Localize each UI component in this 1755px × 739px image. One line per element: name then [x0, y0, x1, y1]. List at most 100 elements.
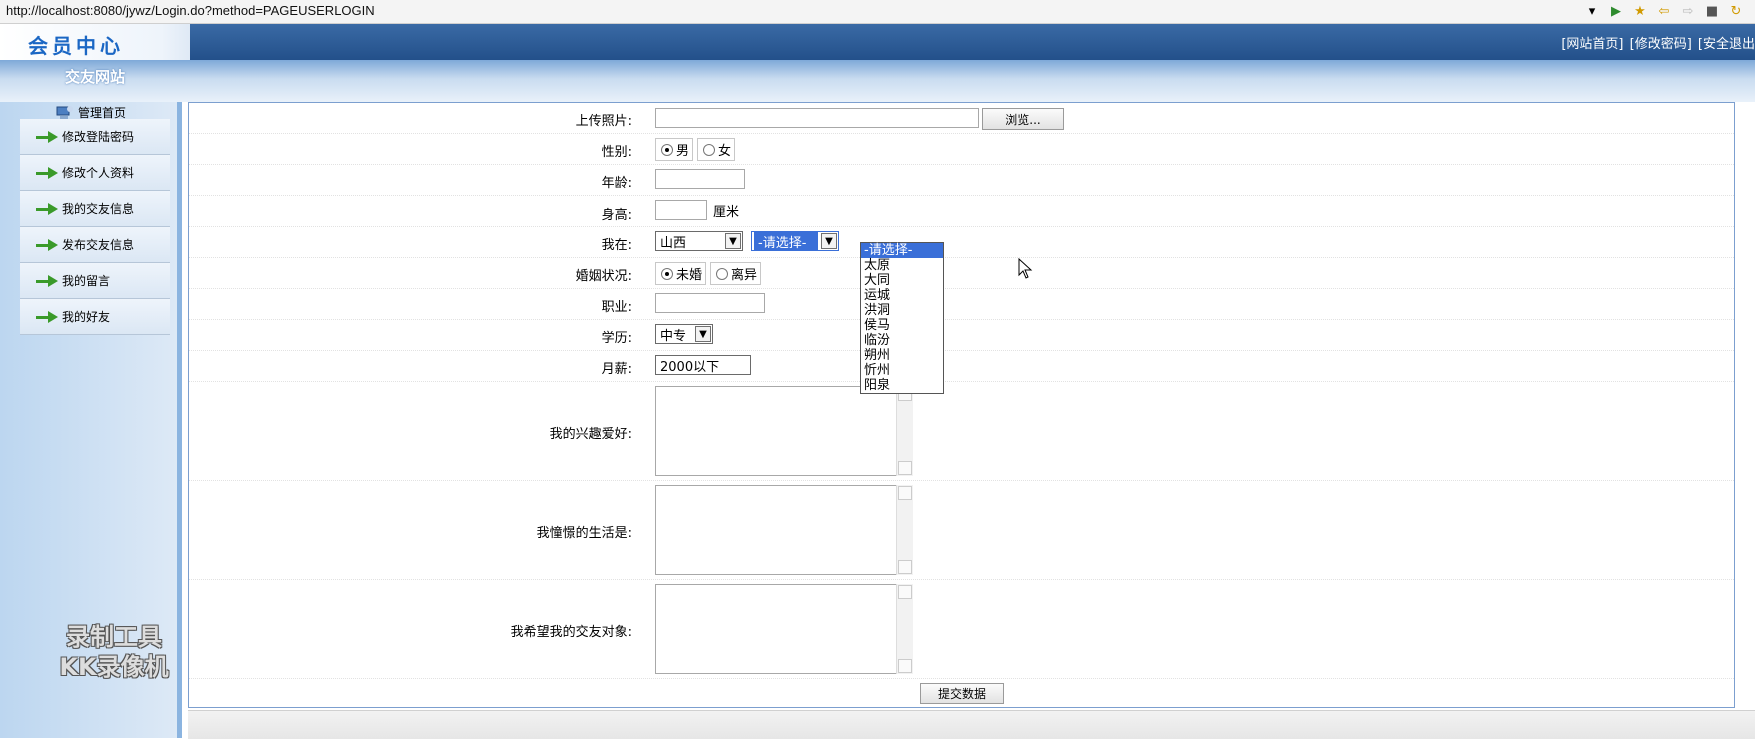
city-option[interactable]: 侯马 — [861, 318, 943, 333]
city-option[interactable]: 临汾 — [861, 333, 943, 348]
green-arrow-icon — [36, 202, 58, 215]
browser-toolbar: ▾ ▶ ★ ⇦ ⇨ ■ ↻ — [1583, 2, 1745, 20]
home-link[interactable]: [网站首页] — [1561, 37, 1623, 52]
form-row-hobby: 我的兴趣爱好: — [189, 381, 1734, 481]
city-option[interactable]: 太原 — [861, 258, 943, 273]
watermark-line: 录制工具 — [66, 623, 162, 651]
radio-dot — [661, 143, 673, 156]
sidebar-item-label: 我的好友 — [62, 310, 111, 324]
chevron-down-icon[interactable]: ▼ — [695, 326, 711, 342]
marriage-divorced-radio[interactable]: 离异 — [710, 262, 762, 285]
sidebar-item-my-messages[interactable]: 我的留言 — [20, 263, 170, 299]
scroll-up-icon[interactable] — [898, 585, 912, 599]
submit-wrap: 提交数据 — [920, 683, 1004, 704]
site-name: 交友网站 — [64, 68, 125, 86]
radio-dot — [703, 143, 716, 156]
form-row-salary: 月薪: 2000以下 — [189, 350, 1734, 382]
back-icon[interactable]: ⇦ — [1655, 2, 1673, 20]
green-arrow-icon — [36, 166, 58, 179]
green-arrow-icon — [36, 310, 58, 323]
sidebar-item-label: 我的交友信息 — [62, 202, 135, 216]
url-text[interactable]: http://localhost:8080/jywz/Login.do?meth… — [6, 3, 375, 18]
sidebar-item-my-dating-info[interactable]: 我的交友信息 — [20, 191, 170, 227]
scroll-down-icon[interactable] — [898, 560, 912, 574]
form-row-target: 我希望我的交友对象: — [189, 579, 1734, 679]
city-option[interactable]: 忻州 — [861, 363, 943, 378]
browse-button[interactable]: 浏览... — [982, 108, 1064, 130]
chevron-down-icon[interactable]: ▼ — [725, 233, 741, 249]
change-password-link[interactable]: [修改密码] — [1630, 37, 1692, 52]
sidebar-item-label: 我的留言 — [62, 274, 111, 288]
sidebar-item-change-login-password[interactable]: 修改登陆密码 — [20, 119, 170, 155]
scroll-down-icon[interactable] — [898, 461, 912, 475]
chevron-down-icon[interactable]: ▼ — [821, 233, 837, 249]
sidebar-item-my-friends[interactable]: 我的好友 — [20, 299, 170, 335]
radio-dot — [716, 267, 729, 280]
city-option[interactable]: -请选择- — [861, 243, 943, 258]
hobby-label: 我的兴趣爱好: — [549, 427, 632, 442]
go-icon[interactable]: ▶ — [1607, 2, 1625, 20]
city-select[interactable]: -请选择- ▼ — [751, 231, 839, 251]
address-bar[interactable]: http://localhost:8080/jywz/Login.do?meth… — [0, 0, 1755, 24]
gender-female-radio[interactable]: 女 — [697, 138, 736, 161]
form-row-location: 我在: 山西 ▼ -请选择- ▼ — [189, 226, 1734, 258]
submit-button[interactable]: 提交数据 — [920, 683, 1004, 704]
scrollbar[interactable] — [896, 386, 913, 476]
form-row-life: 我憧憬的生活是: — [189, 480, 1734, 580]
job-label: 职业: — [601, 300, 632, 315]
sidebar-item-publish-dating-info[interactable]: 发布交友信息 — [20, 227, 170, 263]
forward-icon[interactable]: ⇨ — [1679, 2, 1697, 20]
city-option[interactable]: 朔州 — [861, 348, 943, 363]
main-form: 上传照片: 浏览... 性别: 男女 年龄: 身高: 厘米 我在: 山西 ▼ -… — [188, 102, 1735, 708]
sub-header — [0, 60, 1755, 102]
life-textarea[interactable] — [655, 485, 913, 575]
refresh-icon[interactable]: ↻ — [1727, 2, 1745, 20]
sidebar-item-label: 发布交友信息 — [62, 238, 135, 252]
gender-male-radio[interactable]: 男 — [655, 138, 694, 161]
sidebar-item-label: 修改个人资料 — [62, 166, 135, 180]
job-input[interactable] — [655, 293, 765, 313]
marriage-single-radio[interactable]: 未婚 — [655, 262, 707, 285]
scrollbar[interactable] — [896, 584, 913, 674]
city-option[interactable]: 大同 — [861, 273, 943, 288]
age-input[interactable] — [655, 169, 745, 189]
scroll-down-icon[interactable] — [898, 659, 912, 673]
gender-female-label: 女 — [718, 144, 732, 159]
city-dropdown-list[interactable]: -请选择- 太原 大同 运城 洪洞 侯马 临汾 朔州 忻州 阳泉 — [860, 242, 944, 394]
form-row-age: 年龄: — [189, 164, 1734, 196]
scrollbar[interactable] — [896, 485, 913, 575]
city-option[interactable]: 洪洞 — [861, 303, 943, 318]
photo-file-input[interactable] — [655, 108, 979, 128]
salary-select[interactable]: 2000以下 — [655, 355, 751, 375]
logout-link[interactable]: [安全退出 — [1698, 37, 1755, 52]
green-arrow-icon — [36, 130, 58, 143]
height-input[interactable] — [655, 200, 707, 220]
photo-label: 上传照片: — [575, 114, 632, 129]
radio-dot — [661, 267, 673, 280]
city-value: -请选择- — [754, 231, 818, 251]
header-bar — [0, 24, 1755, 60]
hobby-textarea[interactable] — [655, 386, 913, 476]
city-option[interactable]: 阳泉 — [861, 378, 943, 393]
scroll-up-icon[interactable] — [898, 486, 912, 500]
favorites-icon[interactable]: ★ — [1631, 2, 1649, 20]
province-select[interactable]: 山西 ▼ — [655, 231, 743, 251]
sidebar-item-label: 修改登陆密码 — [62, 130, 135, 144]
stop-icon[interactable]: ■ — [1703, 2, 1721, 20]
education-select[interactable]: 中专 ▼ — [655, 324, 713, 344]
city-option[interactable]: 运城 — [861, 288, 943, 303]
life-label: 我憧憬的生活是: — [536, 526, 632, 541]
dropdown-icon[interactable]: ▾ — [1583, 2, 1601, 20]
marriage-label: 婚姻状况: — [575, 269, 632, 284]
header-links: [网站首页] [修改密码] [安全退出 — [1559, 33, 1755, 52]
gender-male-label: 男 — [676, 144, 690, 159]
form-row-height: 身高: 厘米 — [189, 195, 1734, 227]
salary-value: 2000以下 — [660, 359, 720, 375]
mouse-cursor-icon — [1018, 258, 1033, 279]
green-arrow-icon — [36, 238, 58, 251]
sidebar-item-edit-profile[interactable]: 修改个人资料 — [20, 155, 170, 191]
education-value: 中专 — [660, 328, 687, 344]
gender-label: 性别: — [601, 145, 632, 160]
form-row-marriage: 婚姻状况: 未婚 离异 — [189, 257, 1734, 289]
target-textarea[interactable] — [655, 584, 913, 674]
